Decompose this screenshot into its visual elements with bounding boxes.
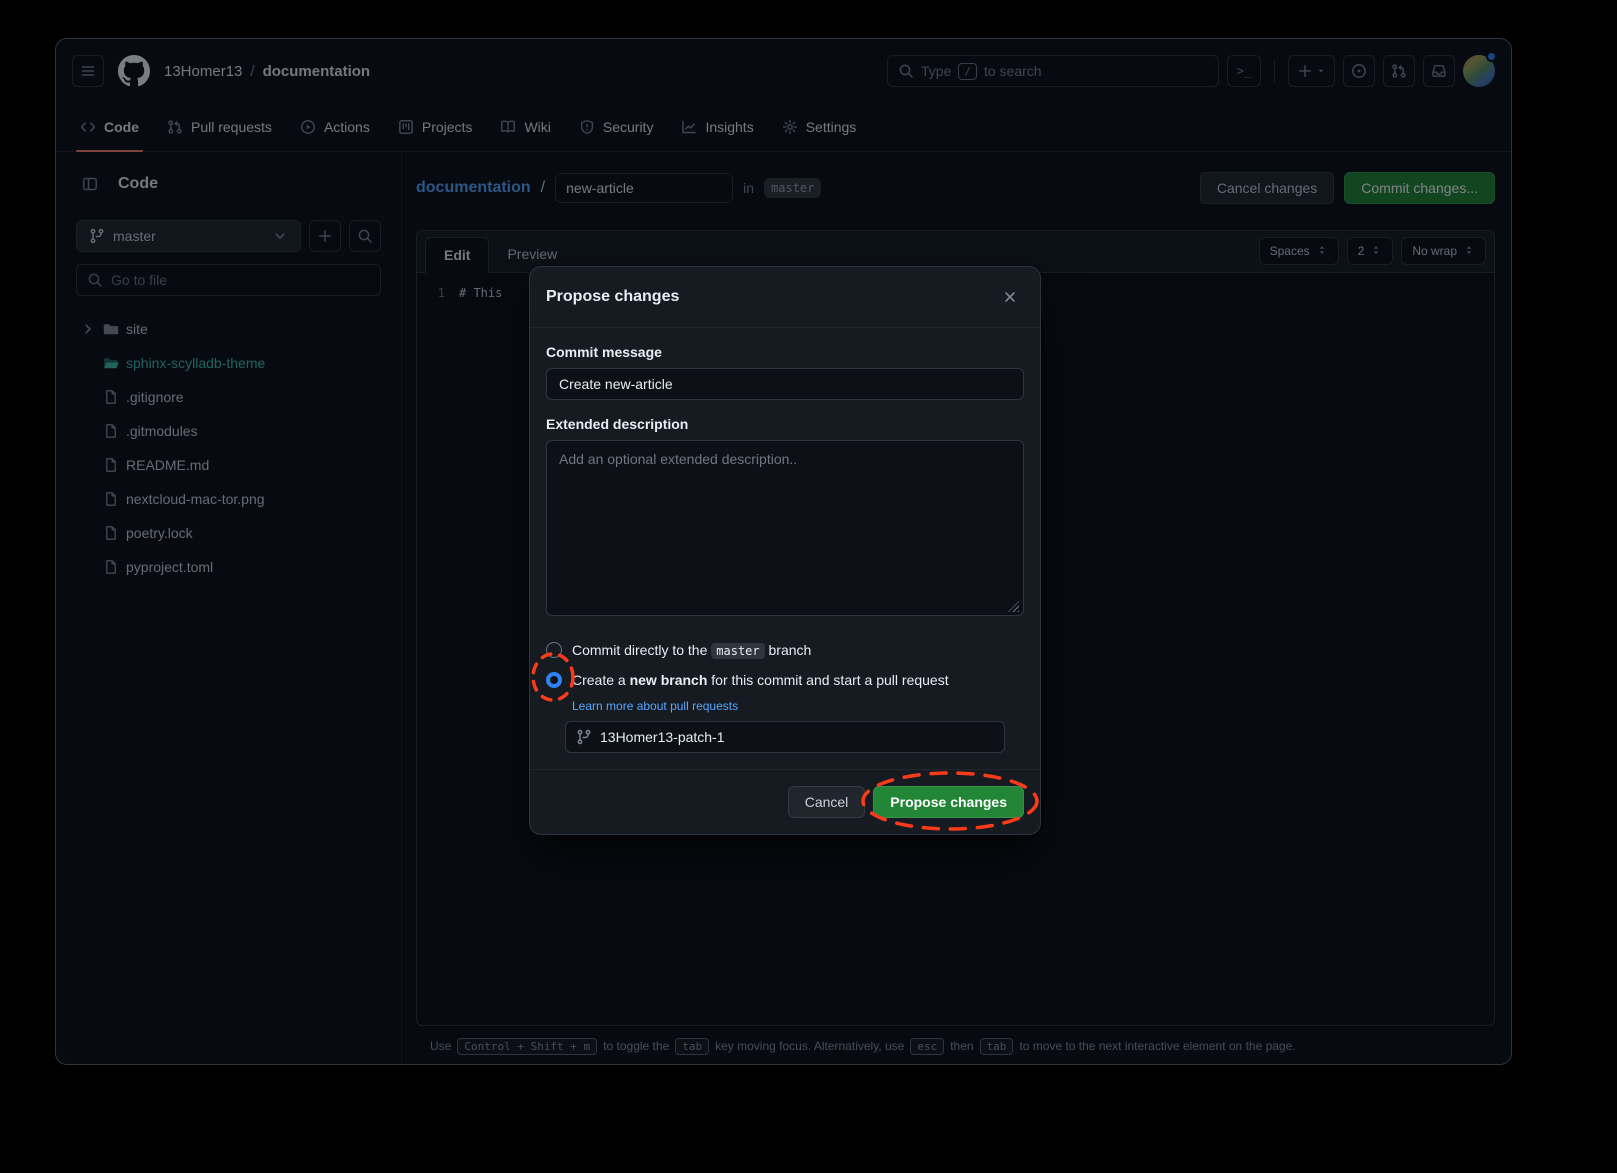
label-text: Create a [572, 672, 630, 688]
github-window: 13Homer13 / documentation Type / to sear… [55, 38, 1512, 1065]
dialog-footer: Cancel Propose changes [530, 769, 1040, 834]
commit-message-field: Commit message [546, 344, 1024, 400]
radio-checked[interactable] [546, 672, 562, 688]
commit-directly-option[interactable]: Commit directly to the master branch [546, 635, 1024, 665]
dialog-title: Propose changes [546, 288, 679, 306]
label-bold-text: new branch [630, 672, 708, 688]
commit-message-input[interactable] [546, 368, 1024, 400]
propose-changes-dialog: Propose changes Commit message Extended … [529, 266, 1041, 835]
label-text: for this commit and start a pull request [707, 672, 948, 688]
extended-description-textarea[interactable] [546, 440, 1024, 616]
new-branch-name-field [565, 721, 1005, 753]
propose-changes-button[interactable]: Propose changes [873, 786, 1024, 818]
commit-directly-label: Commit directly to the master branch [572, 642, 811, 658]
close-dialog-button[interactable] [996, 283, 1024, 311]
close-icon [1002, 289, 1018, 305]
branch-code-chip: master [711, 643, 764, 659]
cancel-button[interactable]: Cancel [788, 786, 866, 818]
learn-more-row: Learn more about pull requests [572, 697, 1024, 713]
extended-description-wrap [546, 440, 1024, 619]
commit-message-label: Commit message [546, 344, 1024, 360]
create-new-branch-label: Create a new branch for this commit and … [572, 672, 949, 688]
radio-unchecked[interactable] [546, 642, 562, 658]
create-new-branch-option[interactable]: Create a new branch for this commit and … [546, 665, 1024, 695]
label-text: branch [765, 642, 812, 658]
new-branch-name-input[interactable] [600, 729, 994, 745]
extended-description-label: Extended description [546, 416, 1024, 432]
dialog-header: Propose changes [530, 267, 1040, 328]
label-text: Commit directly to the [572, 642, 711, 658]
desktop-background: 13Homer13 / documentation Type / to sear… [0, 0, 1617, 1173]
learn-more-link[interactable]: Learn more about pull requests [572, 699, 738, 713]
git-branch-icon [576, 729, 592, 745]
dialog-body: Commit message Extended description Comm… [530, 328, 1040, 769]
